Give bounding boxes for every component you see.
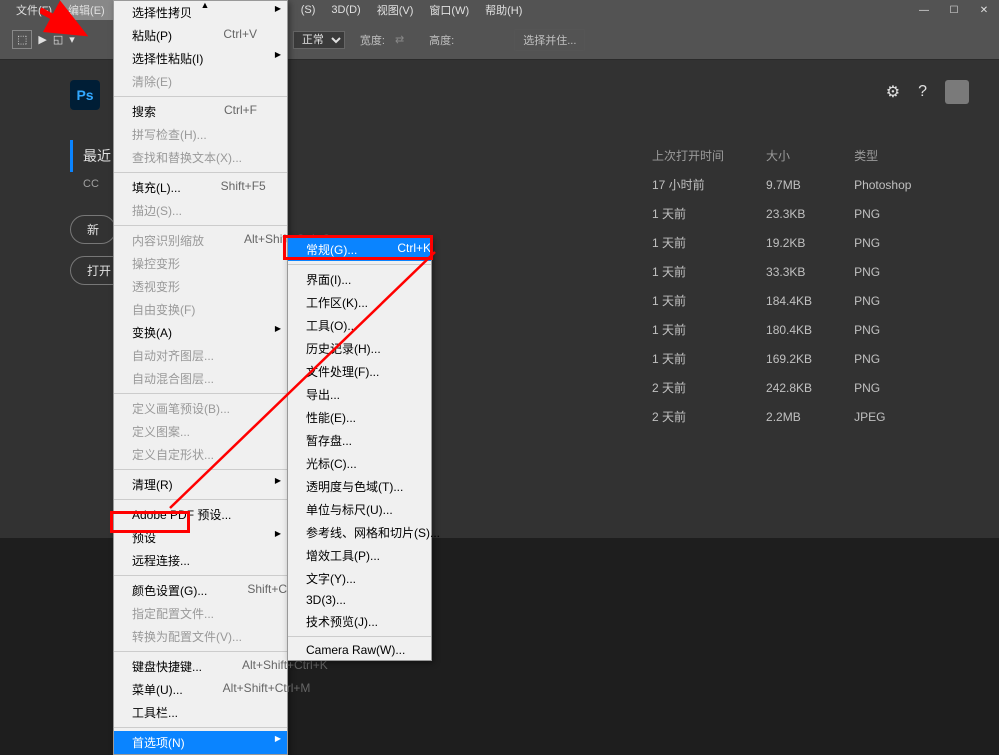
menu-item[interactable]: 首选项(N) <box>114 731 287 754</box>
annotation-arrow <box>40 0 540 520</box>
menu-item[interactable]: 文字(Y)... <box>288 567 431 590</box>
menu-item[interactable]: 转换为配置文件(V)... <box>114 625 287 648</box>
table-row[interactable]: 1 天前23.3KBPNG <box>632 200 931 227</box>
tool-icon-move[interactable]: ⬚ <box>12 30 32 49</box>
menu-item[interactable]: 颜色设置(G)...Shift+Ctrl+K <box>114 579 287 602</box>
menu-item[interactable]: 增效工具(P)... <box>288 544 431 567</box>
table-row[interactable]: 2 天前242.8KBPNG <box>632 374 931 401</box>
menu-item[interactable]: 键盘快捷键...Alt+Shift+Ctrl+K <box>114 655 287 678</box>
maximize-button[interactable]: ☐ <box>939 0 969 20</box>
table-row[interactable]: 1 天前169.2KBPNG <box>632 345 931 372</box>
help-icon[interactable]: ? <box>918 83 927 101</box>
gear-icon[interactable]: ⚙ <box>886 82 900 102</box>
menu-item[interactable]: 参考线、网格和切片(S)... <box>288 521 431 544</box>
menu-item[interactable]: 菜单(U)...Alt+Shift+Ctrl+M <box>114 678 287 701</box>
table-row[interactable]: 1 天前180.4KBPNG <box>632 316 931 343</box>
window-controls: — ☐ ✕ <box>909 0 999 20</box>
col-type[interactable]: 类型 <box>834 142 931 169</box>
table-row[interactable]: 17 小时前9.7MBPhotoshop <box>632 171 931 198</box>
close-button[interactable]: ✕ <box>969 0 999 20</box>
col-size[interactable]: 大小 <box>746 142 832 169</box>
table-row[interactable]: 2 天前2.2MBJPEG <box>632 403 931 430</box>
menu-item[interactable]: 工具栏... <box>114 701 287 724</box>
table-row[interactable]: 1 天前184.4KBPNG <box>632 287 931 314</box>
col-time[interactable]: 上次打开时间 <box>632 142 744 169</box>
avatar[interactable] <box>945 80 969 104</box>
minimize-button[interactable]: — <box>909 0 939 20</box>
table-row[interactable]: 1 天前33.3KBPNG <box>632 258 931 285</box>
menu-item[interactable]: 技术预览(J)... <box>288 610 431 633</box>
recent-files-table: 上次打开时间 大小 类型 17 小时前9.7MBPhotoshop1 天前23.… <box>630 140 933 432</box>
tools-panel[interactable] <box>0 60 30 538</box>
menu-item[interactable]: 指定配置文件... <box>114 602 287 625</box>
menu-item[interactable]: 远程连接... <box>114 549 287 572</box>
menu-item[interactable]: Camera Raw(W)... <box>288 640 431 660</box>
menu-item[interactable]: 3D(3)... <box>288 590 431 610</box>
table-row[interactable]: 1 天前19.2KBPNG <box>632 229 931 256</box>
